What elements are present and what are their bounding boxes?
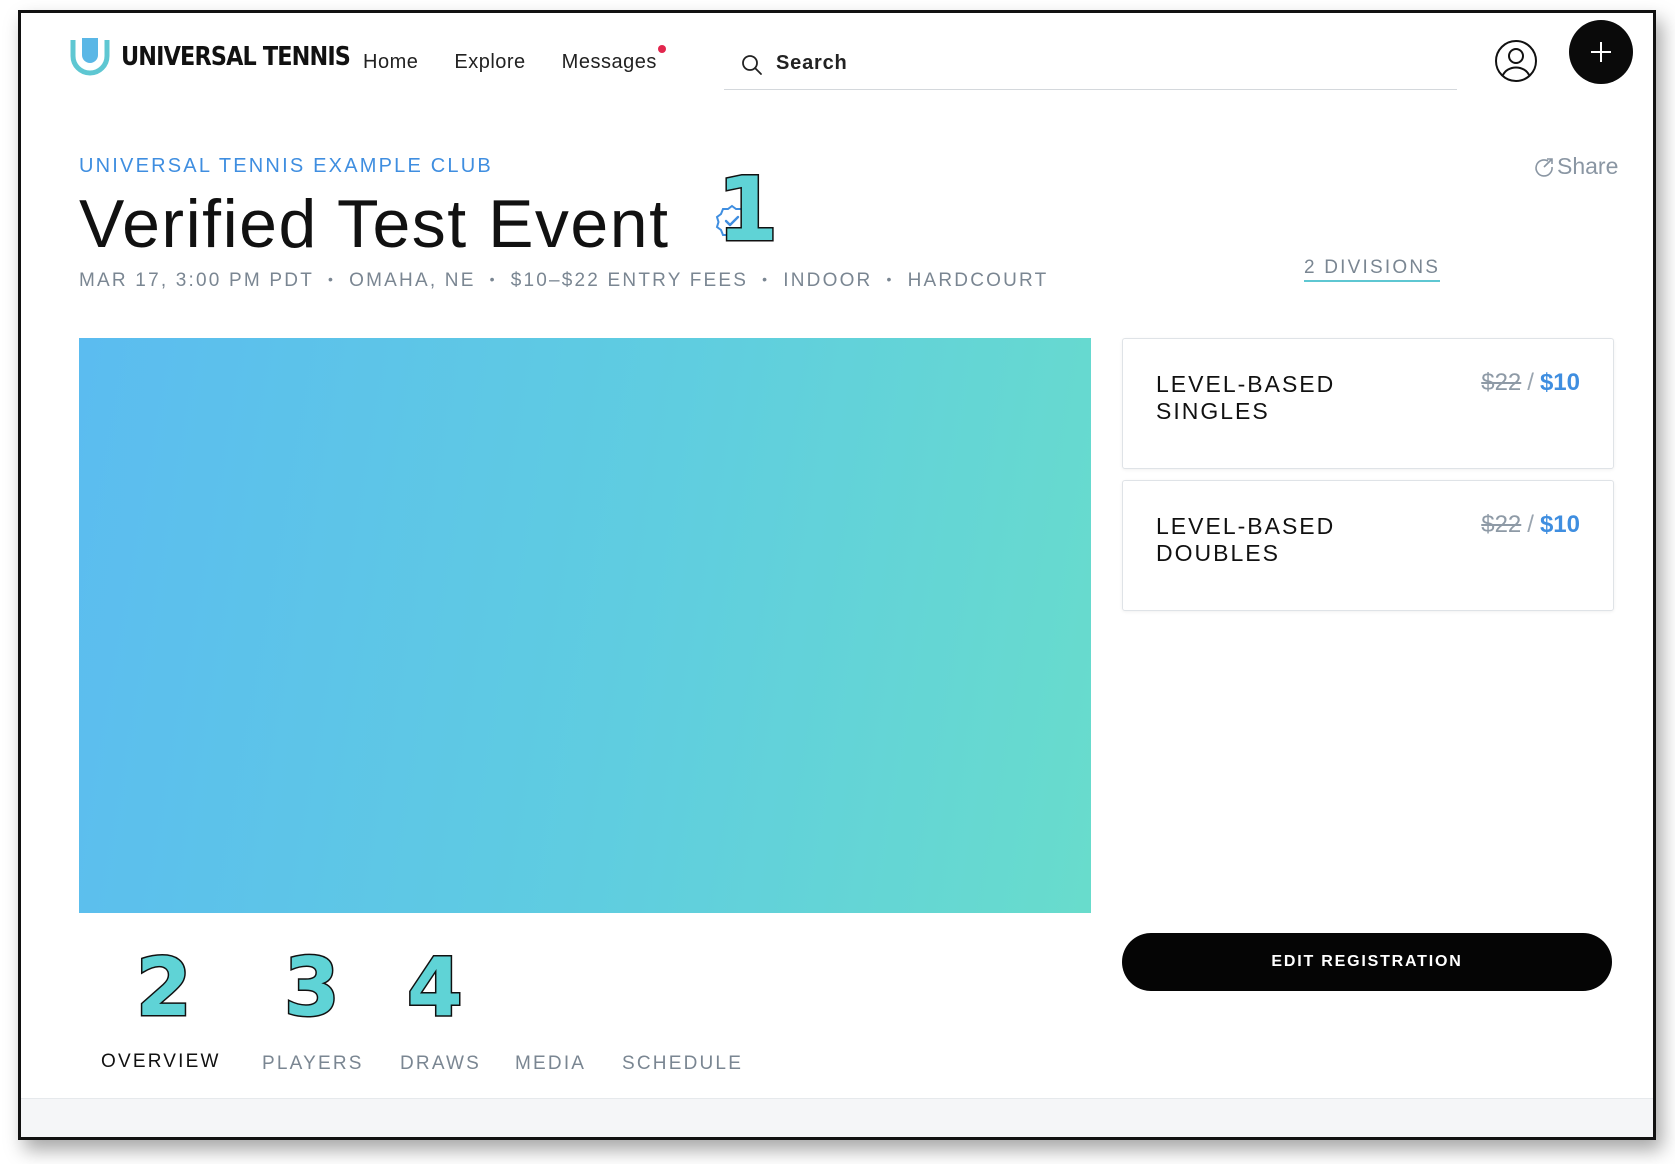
annotation-marker-3: 3 xyxy=(283,941,342,1034)
tab-players[interactable]: PLAYERS xyxy=(240,1041,379,1099)
division-card-singles[interactable]: LEVEL-BASED SINGLES $22/$10 xyxy=(1122,338,1614,469)
tab-overview[interactable]: OVERVIEW xyxy=(79,1041,240,1101)
universal-tennis-logo-icon xyxy=(70,38,110,76)
nav-messages-label: Messages xyxy=(561,51,657,73)
original-price: $22 xyxy=(1481,511,1522,538)
division-name: LEVEL-BASED DOUBLES xyxy=(1156,513,1336,566)
event-surface: HARDCOURT xyxy=(907,270,1049,291)
club-name[interactable]: UNIVERSAL TENNIS EXAMPLE CLUB xyxy=(79,155,493,178)
annotation-marker-1: 1 xyxy=(715,158,779,261)
event-setting: INDOOR xyxy=(783,270,873,291)
division-price: $22/$10 xyxy=(1481,369,1580,397)
search-bar[interactable] xyxy=(724,41,1457,90)
main-nav: Home Explore Messages xyxy=(363,45,666,74)
share-icon xyxy=(1535,157,1553,177)
event-date: MAR 17, 3:00 PM PDT xyxy=(79,270,315,291)
create-button[interactable] xyxy=(1569,20,1633,84)
tab-draws[interactable]: DRAWS xyxy=(379,1041,502,1099)
edit-registration-button[interactable]: EDIT REGISTRATION xyxy=(1122,933,1612,991)
app-window: UNIVERSAL TENNIS Home Explore Messages S… xyxy=(18,10,1656,1140)
unread-indicator xyxy=(657,45,666,53)
divisions-link[interactable]: 2 DIVISIONS xyxy=(1304,257,1441,282)
brand-name: UNIVERSAL TENNIS xyxy=(121,42,351,72)
tab-media-label: MEDIA xyxy=(515,1053,587,1074)
share-label: Share xyxy=(1557,153,1619,179)
tab-schedule-label: SCHEDULE xyxy=(622,1053,744,1074)
tab-players-label: PLAYERS xyxy=(262,1053,364,1074)
event-entry-fees: $10–$22 ENTRY FEES xyxy=(510,270,749,291)
discounted-price: $10 xyxy=(1539,369,1580,396)
division-name: LEVEL-BASED SINGLES xyxy=(1156,371,1336,424)
nav-home[interactable]: Home xyxy=(363,51,418,74)
meta-separator: • xyxy=(762,271,770,287)
event-hero-image xyxy=(79,338,1091,913)
search-icon xyxy=(742,55,762,75)
division-price: $22/$10 xyxy=(1481,511,1580,539)
tab-schedule[interactable]: SCHEDULE xyxy=(616,1041,766,1099)
search-input[interactable] xyxy=(774,51,1378,76)
meta-separator: • xyxy=(489,271,497,287)
event-location: OMAHA, NE xyxy=(349,270,476,291)
share-button[interactable]: Share xyxy=(1533,153,1618,180)
event-title: Verified Test Event xyxy=(79,186,670,262)
nav-messages[interactable]: Messages xyxy=(561,45,666,74)
price-separator: / xyxy=(1527,511,1534,538)
discounted-price: $10 xyxy=(1539,511,1580,538)
top-navigation-bar: UNIVERSAL TENNIS Home Explore Messages xyxy=(21,13,1653,113)
tab-media[interactable]: MEDIA xyxy=(502,1041,616,1099)
division-card-doubles[interactable]: LEVEL-BASED DOUBLES $22/$10 xyxy=(1122,480,1614,611)
nav-explore[interactable]: Explore xyxy=(454,51,525,74)
annotation-marker-2: 2 xyxy=(135,941,194,1034)
user-avatar-icon[interactable] xyxy=(1494,39,1538,83)
meta-separator: • xyxy=(328,271,336,287)
annotation-marker-4: 4 xyxy=(406,941,465,1034)
brand-logo[interactable]: UNIVERSAL TENNIS xyxy=(67,29,387,85)
content-area-footer-band xyxy=(21,1098,1653,1137)
tab-draws-label: DRAWS xyxy=(400,1053,482,1074)
event-tabs: OVERVIEW PLAYERS DRAWS MEDIA SCHEDULE xyxy=(79,1041,766,1101)
price-separator: / xyxy=(1527,369,1534,396)
meta-separator: • xyxy=(886,271,894,287)
plus-icon xyxy=(1591,42,1611,62)
event-meta: MAR 17, 3:00 PM PDT • OMAHA, NE • $10–$2… xyxy=(79,270,1048,292)
tab-overview-label: OVERVIEW xyxy=(101,1051,221,1072)
original-price: $22 xyxy=(1481,369,1522,396)
